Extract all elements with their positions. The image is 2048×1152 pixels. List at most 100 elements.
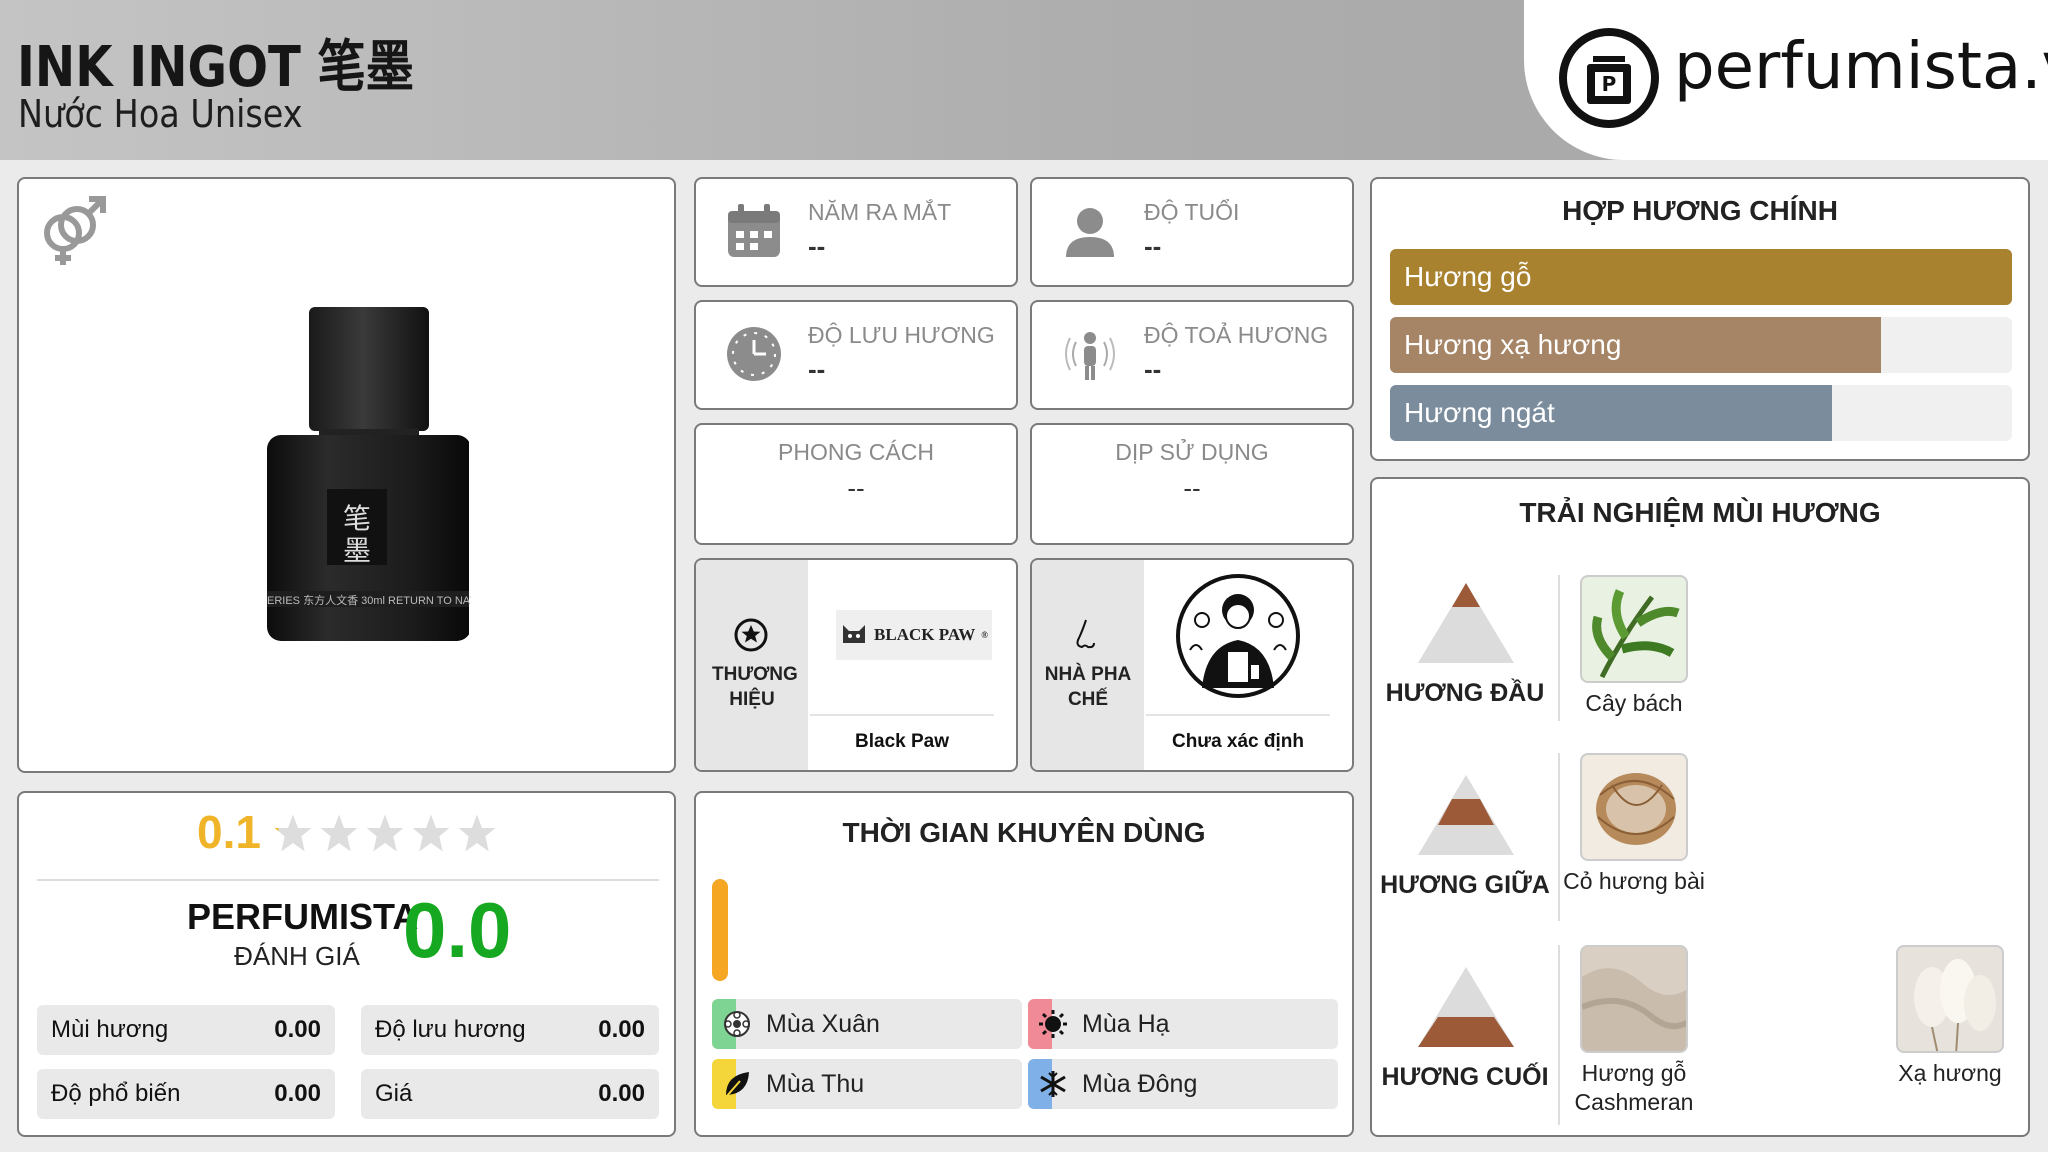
info-value: -- (1144, 231, 1162, 261)
star-icon (458, 814, 496, 852)
note-name: Xạ hương (1898, 1060, 2002, 1086)
metric-price: Giá 0.00 (361, 1069, 659, 1119)
sun-icon (1038, 1009, 1068, 1044)
season-label: Mùa Xuân (766, 1010, 880, 1038)
metric-popularity: Độ phổ biến 0.00 (37, 1069, 335, 1119)
calendar-icon (724, 201, 784, 266)
star-icon (366, 814, 404, 852)
info-label: DỊP SỬ DỤNG (1115, 439, 1269, 465)
bottle-label-bottom: 墨 (342, 534, 371, 567)
middle-note-pyramid-icon (1418, 775, 1514, 860)
product-subtitle: Nước Hoa Unisex (18, 92, 303, 136)
metric-scent: Mùi hương 0.00 (37, 1005, 335, 1055)
cat-icon (843, 625, 866, 643)
occasion-box: DỊP SỬ DỤNG -- (1030, 423, 1354, 545)
accord-bar-fresh: Hương ngát (1390, 385, 2012, 441)
info-label: PHONG CÁCH (778, 439, 934, 465)
recommended-time-card: THỜI GIAN KHUYÊN DÙNG Mùa Xuân Mùa Hạ Mù… (694, 791, 1354, 1137)
product-image-card: 笔 墨 ERIES 东方人文香 30ml RETURN TO NATURE (17, 177, 676, 773)
season-winter: Mùa Đông (1028, 1059, 1338, 1109)
metric-label: Độ lưu hương (375, 1016, 526, 1043)
accord-bar-musky: Hương xạ hương (1390, 317, 2012, 373)
note-name: Cây bách (1585, 690, 1683, 716)
brand-box[interactable]: THƯƠNG HIỆU BLACK PAW ® Black Paw (694, 558, 1018, 772)
perfumista-sub-label: ĐÁNH GIÁ (234, 941, 360, 971)
metric-label: Độ phổ biến (51, 1080, 181, 1107)
star-icon (320, 814, 358, 852)
base-note-label: HƯƠNG CUỐI (1381, 1063, 1549, 1091)
season-autumn: Mùa Thu (712, 1059, 1022, 1109)
divider (37, 879, 659, 881)
metric-label: Mùi hương (51, 1016, 169, 1043)
brand-logo-mark: ® (981, 630, 988, 640)
scent-experience-title: TRẢI NGHIỆM MÙI HƯƠNG (1519, 497, 1881, 528)
perfumer-box[interactable]: NHÀ PHA CHẾ Chưa xác định (1030, 558, 1354, 772)
logo-text: perfumista.vn (1674, 30, 2048, 104)
rating-card: 0.1 PERFUMISTA ĐÁNH GIÁ 0.0 Mùi hương 0.… (17, 791, 676, 1137)
accord-label: Hương xạ hương (1404, 329, 1622, 360)
user-rating-score: 0.1 (197, 806, 261, 858)
star-icon (412, 814, 450, 852)
main-accords-title: HỢP HƯƠNG CHÍNH (1562, 195, 1838, 226)
season-label: Mùa Đông (1082, 1070, 1198, 1098)
star-badge-icon (732, 616, 770, 659)
perfumer-avatar-icon (1176, 574, 1300, 698)
metric-value: 0.00 (598, 1016, 645, 1043)
bottle-band-text: ERIES 东方人文香 30ml RETURN TO NATURE (267, 595, 471, 607)
season-spring: Mùa Xuân (712, 999, 1022, 1049)
svg-text:P: P (1602, 72, 1617, 96)
info-value: -- (808, 231, 826, 261)
unisex-gender-icon (35, 195, 111, 276)
brand-logo-area: BLACK PAW ® (810, 560, 994, 714)
note-image-musk[interactable] (1896, 945, 2004, 1053)
top-note-pyramid-icon (1418, 583, 1514, 668)
main-accords-card: HỢP HƯƠNG CHÍNH Hương gỗ Hương xạ hương … (1370, 177, 2030, 461)
accord-label: Hương ngát (1404, 397, 1555, 428)
season-summer: Mùa Hạ (1028, 999, 1338, 1049)
snowflake-icon (1038, 1069, 1068, 1104)
note-image-cypress[interactable] (1580, 575, 1688, 683)
info-label: ĐỘ TUỔI (1144, 199, 1240, 225)
nose-icon (1068, 616, 1106, 659)
season-label: Mùa Thu (766, 1070, 865, 1098)
metric-longevity: Độ lưu hương 0.00 (361, 1005, 659, 1055)
accord-bar-woody: Hương gỗ (1390, 249, 2012, 305)
info-value: -- (1183, 473, 1201, 503)
info-label: ĐỘ LƯU HƯƠNG (808, 322, 995, 348)
season-label: Mùa Hạ (1082, 1010, 1170, 1038)
metric-label: Giá (375, 1080, 413, 1107)
release-year-box: NĂM RA MẮT -- (694, 177, 1018, 287)
perfumer-side: NHÀ PHA CHẾ (1032, 560, 1144, 770)
day-night-bar (712, 879, 728, 981)
sillage-box: ĐỘ TOẢ HƯƠNG -- (1030, 300, 1354, 410)
metric-value: 0.00 (598, 1080, 645, 1107)
sillage-person-icon (1060, 324, 1120, 389)
brand-logo: BLACK PAW ® (836, 610, 992, 660)
brand-side: THƯƠNG HIỆU (696, 560, 808, 770)
flower-icon (722, 1009, 752, 1044)
top-note-label: HƯƠNG ĐẦU (1385, 679, 1545, 707)
perfume-bottle-logo-icon: P (1559, 28, 1659, 128)
metric-value: 0.00 (274, 1016, 321, 1043)
star-rating[interactable] (273, 813, 497, 853)
info-value: -- (808, 354, 826, 384)
style-box: PHONG CÁCH -- (694, 423, 1018, 545)
perfumista-label: PERFUMISTA (187, 896, 419, 937)
metric-value: 0.00 (274, 1080, 321, 1107)
perfumer-name: Chưa xác định (1146, 714, 1330, 766)
info-value: -- (847, 473, 865, 503)
note-name: Hương gỗ Cashmeran (1574, 1060, 1694, 1115)
note-image-cashmeran[interactable] (1580, 945, 1688, 1053)
brand-logo-text: BLACK PAW (874, 625, 976, 644)
note-name: Cỏ hương bài (1563, 868, 1705, 894)
recommended-time-title: THỜI GIAN KHUYÊN DÙNG (842, 817, 1206, 848)
scent-experience-card: TRẢI NGHIỆM MÙI HƯƠNG HƯƠNG ĐẦU Cây bách… (1370, 477, 2030, 1137)
perfumer-illustration (1146, 560, 1330, 714)
accord-label: Hương gỗ (1404, 261, 1532, 292)
note-image-vetiver[interactable] (1580, 753, 1688, 861)
person-icon (1060, 201, 1120, 266)
leaf-icon (722, 1069, 752, 1104)
site-logo[interactable]: P perfumista.vn (1524, 0, 2048, 160)
star-icon (274, 814, 312, 852)
clock-icon (724, 324, 784, 389)
